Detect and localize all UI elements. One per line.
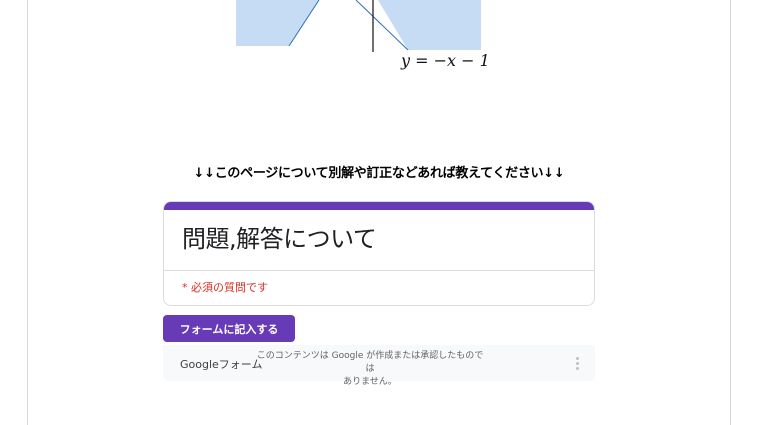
form-accent-bar [164, 202, 594, 210]
graph-formula-label: y = −x − 1 [401, 51, 490, 70]
page: y = −x − 1 ↓↓このページについて別解や訂正などあれば教えてください↓… [0, 0, 758, 425]
shaded-region-right [378, 0, 481, 50]
feedback-notice: ↓↓このページについて別解や訂正などあれば教えてください↓↓ [193, 166, 565, 181]
kebab-dot [575, 361, 579, 365]
disclaimer-line-1: このコンテンツは Google が作成または承認したものでは [256, 351, 484, 374]
fill-form-button[interactable]: フォームに記入する [163, 315, 295, 342]
more-vert-icon[interactable] [569, 354, 585, 372]
required-note: * 必須の質問です [182, 281, 268, 294]
form-divider [164, 270, 594, 271]
google-form-card: 問題,解答について * 必須の質問です [163, 201, 595, 306]
google-forms-brand[interactable]: Googleフォーム [180, 356, 262, 372]
form-disclaimer: このコンテンツは Google が作成または承認したものでは ありません。 [255, 350, 485, 389]
disclaimer-line-2: ありません。 [343, 377, 397, 387]
function-graph [236, 0, 481, 52]
kebab-dot [575, 366, 579, 370]
form-footer: Googleフォーム このコンテンツは Google が作成または承認したもので… [163, 345, 595, 387]
kebab-dot [575, 356, 579, 360]
form-title: 問題,解答について [182, 225, 377, 253]
shaded-region-left [236, 0, 319, 46]
